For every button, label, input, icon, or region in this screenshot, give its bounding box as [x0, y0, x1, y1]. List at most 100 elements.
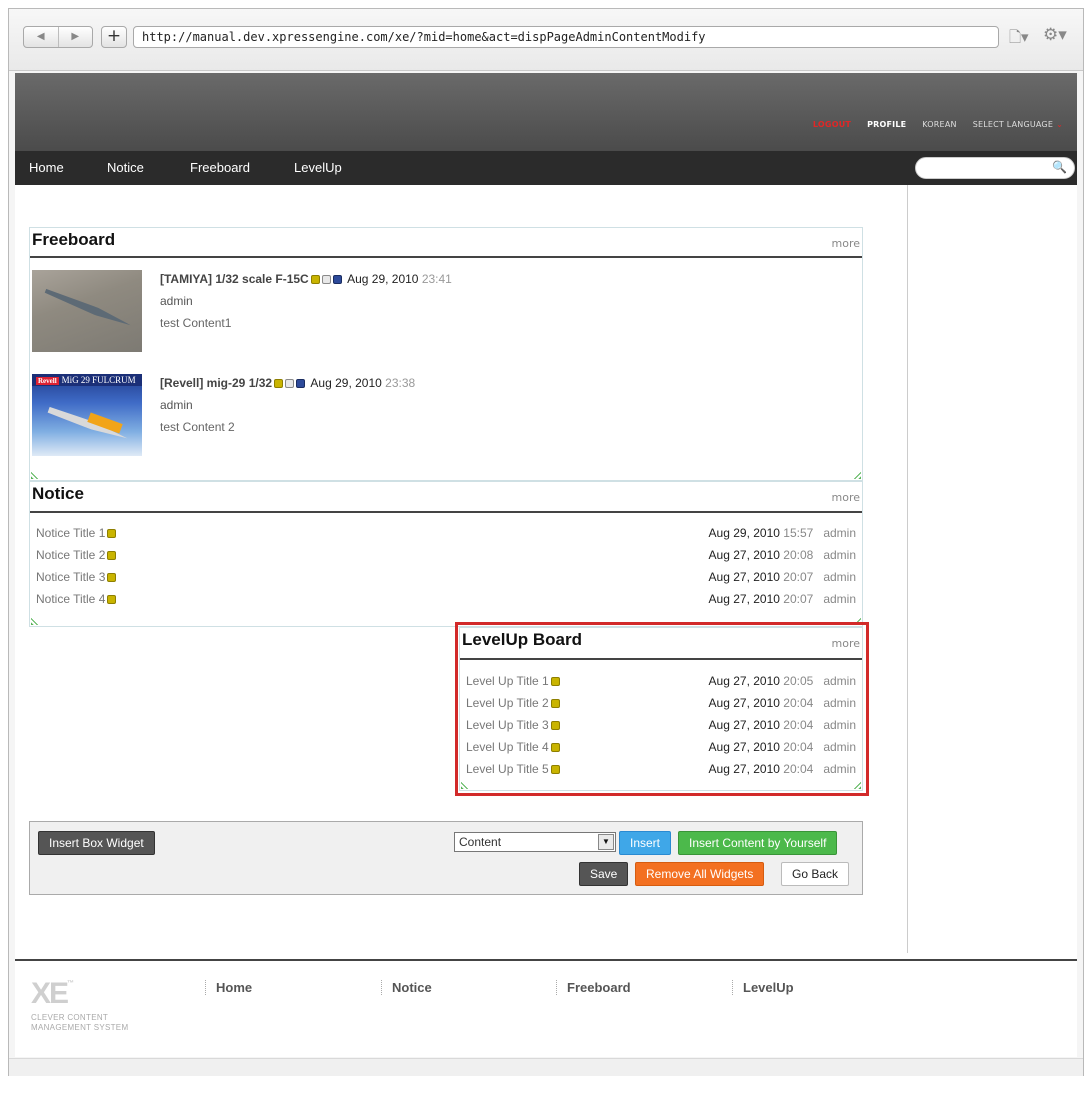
- footer-link-levelup[interactable]: LevelUp: [732, 980, 794, 995]
- update-icon: [107, 529, 117, 538]
- more-link[interactable]: more: [832, 491, 861, 504]
- jet-image: [42, 281, 135, 334]
- browser-status-bar: [9, 1058, 1083, 1076]
- notice-widget[interactable]: Notice more Notice Title 1 Aug 29, 2010 1…: [29, 481, 863, 627]
- resize-handle-right[interactable]: [851, 469, 861, 479]
- file-icon: [296, 379, 306, 388]
- list-item-meta: Aug 27, 2010 20:07 admin: [709, 570, 856, 584]
- footer-link-freeboard[interactable]: Freeboard: [556, 980, 631, 995]
- korean-link[interactable]: KOREAN: [922, 120, 956, 129]
- footer-link-home[interactable]: Home: [205, 980, 252, 995]
- title-divider: [30, 256, 862, 258]
- update-icon: [107, 595, 117, 604]
- gallery-thumbnail[interactable]: [32, 270, 142, 352]
- widget-type-selected: Content: [459, 835, 502, 849]
- list-item-author: admin: [823, 592, 856, 606]
- list-item-title[interactable]: Notice Title 3: [36, 570, 105, 584]
- list-item-time: 20:08: [783, 548, 814, 562]
- gallery-item-date: Aug 29, 2010: [310, 376, 382, 390]
- back-icon[interactable]: ◀: [24, 27, 59, 47]
- list-item-author: admin: [823, 526, 856, 540]
- gallery-item-time: 23:41: [421, 272, 452, 286]
- chevron-down-icon: ⌄: [1056, 120, 1063, 129]
- widget-admin-panel: Insert Box Widget Content ▼ Insert Insert…: [29, 821, 863, 895]
- gallery-item-content: test Content 2: [160, 420, 235, 434]
- tagline-line-2: MANAGEMENT SYSTEM: [31, 1023, 129, 1032]
- nav-item-freeboard[interactable]: Freeboard: [190, 160, 250, 175]
- profile-link[interactable]: PROFILE: [867, 120, 906, 129]
- list-item-date: Aug 27, 2010: [708, 548, 780, 562]
- list-item: Notice Title 3 Aug 27, 2010 20:07 admin: [36, 570, 856, 588]
- page-menu-icon[interactable]: 🗋▾: [1009, 27, 1035, 47]
- tagline-line-1: CLEVER CONTENT: [31, 1013, 109, 1022]
- insert-button[interactable]: Insert: [619, 831, 672, 855]
- gallery-item-author: admin: [160, 398, 193, 412]
- new-tab-button[interactable]: +: [101, 26, 127, 48]
- thumbnail-caption: MiG 29 FULCRUM: [61, 375, 136, 385]
- gallery-item-title[interactable]: [Revell] mig-29 1/32: [160, 376, 272, 390]
- gallery-item-title[interactable]: [TAMIYA] 1/32 scale F-15C: [160, 272, 309, 286]
- search-input[interactable]: 🔍: [915, 157, 1075, 179]
- search-icon[interactable]: 🔍: [1052, 160, 1067, 174]
- address-bar[interactable]: http://manual.dev.xpressengine.com/xe/?m…: [133, 26, 999, 48]
- history-buttons: ◀ ▶: [23, 26, 93, 48]
- settings-gear-icon[interactable]: ⚙▾: [1043, 25, 1073, 47]
- list-item-author: admin: [823, 570, 856, 584]
- list-item-date: Aug 27, 2010: [708, 592, 780, 606]
- gallery-thumbnail[interactable]: Revell MiG 29 FULCRUM: [32, 374, 142, 456]
- resize-handle-left[interactable]: [31, 615, 41, 625]
- selected-widget-highlight: [455, 622, 869, 796]
- select-language-link[interactable]: SELECT LANGUAGE ⌄: [973, 120, 1063, 129]
- more-link[interactable]: more: [832, 237, 861, 250]
- go-back-button[interactable]: Go Back: [781, 862, 850, 886]
- list-item-meta: Aug 27, 2010 20:08 admin: [709, 548, 856, 562]
- list-item-date: Aug 29, 2010: [708, 526, 780, 540]
- gallery-item-content: test Content1: [160, 316, 232, 330]
- logo-tagline: CLEVER CONTENT MANAGEMENT SYSTEM: [31, 1013, 128, 1033]
- image-icon: [285, 379, 295, 388]
- list-item-time: 15:57: [783, 526, 814, 540]
- update-icon: [310, 275, 320, 284]
- list-item-time: 20:07: [783, 592, 814, 606]
- widget-type-select[interactable]: Content ▼: [454, 832, 616, 852]
- forward-icon[interactable]: ▶: [59, 27, 93, 47]
- freeboard-widget[interactable]: Freeboard more [TAMIYA] 1/32 scale F-15C…: [29, 227, 863, 481]
- list-item-title[interactable]: Notice Title 2: [36, 548, 105, 562]
- gallery-item: [Revell] mig-29 1/32 Aug 29, 2010 23:38 …: [160, 376, 415, 434]
- resize-handle-left[interactable]: [31, 469, 41, 479]
- save-button[interactable]: Save: [579, 862, 629, 886]
- site-footer: XE™ CLEVER CONTENT MANAGEMENT SYSTEM Home…: [15, 959, 1077, 1057]
- list-item-meta: Aug 27, 2010 20:07 admin: [709, 592, 856, 606]
- file-icon: [332, 275, 342, 284]
- list-item-author: admin: [823, 548, 856, 562]
- nav-item-home[interactable]: Home: [29, 160, 64, 175]
- remove-all-widgets-button[interactable]: Remove All Widgets: [635, 862, 765, 886]
- footer-link-notice[interactable]: Notice: [381, 980, 432, 995]
- thumbnail-header: Revell MiG 29 FULCRUM: [32, 374, 142, 386]
- list-item-title[interactable]: Notice Title 1: [36, 526, 105, 540]
- thumbnail-brand: Revell: [36, 377, 59, 385]
- nav-item-notice[interactable]: Notice: [107, 160, 144, 175]
- site-header: LOGOUT PROFILE KOREAN SELECT LANGUAGE ⌄: [15, 73, 1077, 151]
- list-item-meta: Aug 29, 2010 15:57 admin: [709, 526, 856, 540]
- gallery-item-author: admin: [160, 294, 193, 308]
- update-icon: [107, 551, 117, 560]
- title-divider: [30, 511, 862, 513]
- dropdown-arrow-icon[interactable]: ▼: [598, 834, 614, 850]
- list-item-title[interactable]: Notice Title 4: [36, 592, 105, 606]
- gallery-item: [TAMIYA] 1/32 scale F-15C Aug 29, 2010 2…: [160, 272, 452, 330]
- list-item-title-group: Notice Title 3: [36, 570, 117, 584]
- widget-title: Notice: [32, 484, 84, 503]
- list-item: Notice Title 2 Aug 27, 2010 20:08 admin: [36, 548, 856, 566]
- insert-content-yourself-button[interactable]: Insert Content by Yourself: [678, 831, 838, 855]
- xe-logo: XE™: [31, 977, 74, 1011]
- nav-item-levelup[interactable]: LevelUp: [294, 160, 342, 175]
- logo-trademark: ™: [67, 980, 75, 987]
- list-item-date: Aug 27, 2010: [708, 570, 780, 584]
- account-menu: LOGOUT PROFILE KOREAN SELECT LANGUAGE ⌄: [813, 120, 1063, 129]
- logout-link[interactable]: LOGOUT: [813, 120, 851, 129]
- insert-box-widget-button[interactable]: Insert Box Widget: [38, 831, 155, 855]
- widget-title: Freeboard: [32, 230, 116, 249]
- right-column-divider: [907, 185, 908, 953]
- gallery-item-time: 23:38: [385, 376, 416, 390]
